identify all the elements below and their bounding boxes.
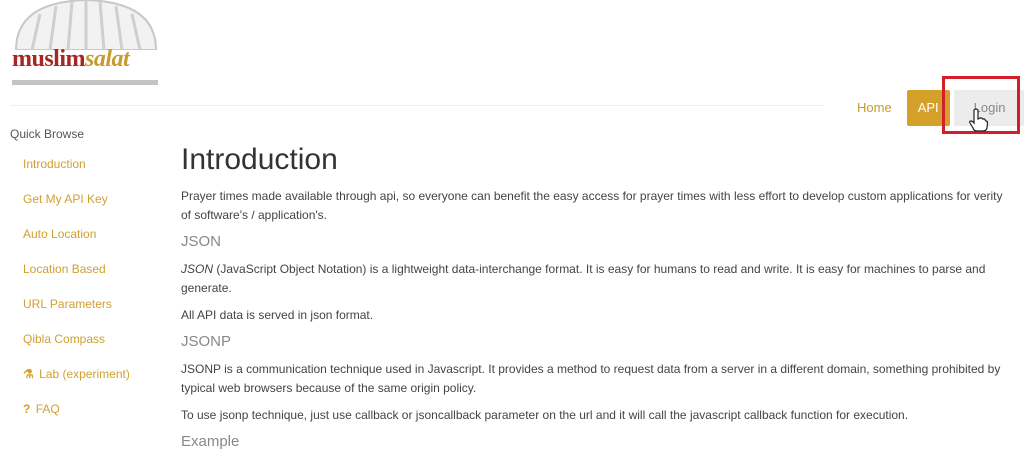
sidebar-item-label: FAQ [35,402,60,416]
sidebar-item-label: Introduction [23,157,86,171]
sidebar-item-label: Lab (experiment) [39,367,130,381]
logo-underline [12,80,158,85]
sidebar-item-introduction[interactable]: Introduction [10,147,160,182]
quick-browse-sidebar: Quick Browse Introduction Get My API Key… [10,127,160,427]
jsonp-usage-note: To use jsonp technique, just use callbac… [181,408,909,422]
json-description-text: (JavaScript Object Notation) is a lightw… [181,262,986,295]
header-divider [10,105,824,106]
site-logo[interactable]: muslimsalat [10,0,162,88]
sidebar-item-location-based[interactable]: Location Based [10,252,160,287]
sidebar-title: Quick Browse [10,127,85,141]
sidebar-item-label: Location Based [23,262,106,276]
flask-icon: ⚗ [23,367,34,381]
sidebar-item-label: Qibla Compass [23,332,106,346]
sidebar-item-label: Auto Location [23,227,97,241]
logo-text-muslim: muslim [12,46,86,72]
sidebar-item-label: Get My API Key [23,192,108,206]
logo-text: muslimsalat [12,46,130,73]
json-term: JSON [181,262,214,276]
page-title: Introduction [181,143,338,176]
jsonp-description: JSONP is a communication technique used … [181,362,1001,395]
example-heading: Example [181,433,240,450]
main-content: Introduction Prayer times made available… [181,143,1009,454]
sidebar-item-qibla-compass[interactable]: Qibla Compass [10,322,160,357]
jsonp-heading: JSONP [181,333,232,350]
sidebar-item-lab[interactable]: ⚗ Lab (experiment) [10,357,160,392]
sidebar-item-faq[interactable]: ? FAQ [10,392,160,427]
json-format-note: All API data is served in json format. [181,308,374,322]
nav-home-link[interactable]: Home [846,90,903,126]
sidebar-item-get-api-key[interactable]: Get My API Key [10,182,160,217]
question-icon: ? [23,402,31,416]
logo-text-salat: salat [85,46,130,72]
intro-paragraph: Prayer times made available through api,… [181,189,1003,222]
json-heading: JSON [181,233,222,250]
sidebar-item-auto-location[interactable]: Auto Location [10,217,160,252]
sidebar-item-label: URL Parameters [23,297,112,311]
hand-cursor-icon [969,108,988,132]
dome-graphic [14,0,158,50]
sidebar-item-url-parameters[interactable]: URL Parameters [10,287,160,322]
json-description: JSON (JavaScript Object Notation) is a l… [181,260,1009,298]
